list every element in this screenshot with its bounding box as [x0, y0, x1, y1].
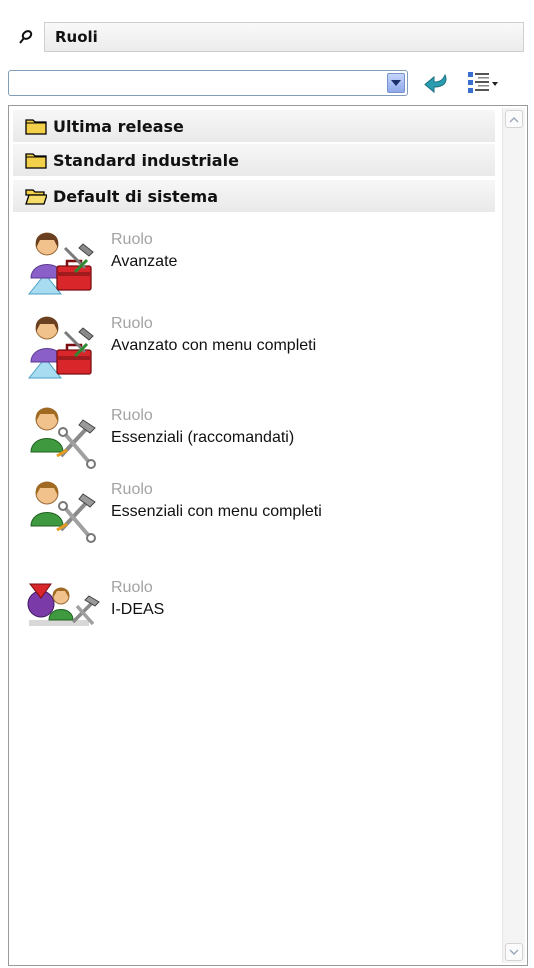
role-name: Avanzate	[111, 253, 178, 270]
role-name: I-DEAS	[111, 601, 165, 618]
panel-header: Ruoli	[8, 22, 524, 52]
list-view-menu-icon[interactable]	[464, 68, 500, 98]
folder-ultima-release[interactable]: Ultima release	[13, 110, 495, 142]
role-name: Essenziali (raccomandati)	[111, 429, 295, 446]
advanced-role-icon	[27, 232, 94, 295]
scroll-up-button[interactable]	[505, 110, 523, 128]
scroll-down-button[interactable]	[505, 943, 523, 961]
essential-role-icon	[30, 407, 96, 469]
panel-toolbar	[8, 67, 528, 99]
role-type-label: Ruolo	[111, 407, 153, 424]
pin-icon[interactable]	[8, 22, 44, 52]
roles-list: Ultima release Standard industriale Defa…	[8, 105, 528, 966]
role-type-label: Ruolo	[111, 315, 153, 332]
panel-title: Ruoli	[44, 22, 524, 52]
role-name: Essenziali con menu completi	[111, 503, 322, 520]
chevron-down-icon	[509, 949, 519, 955]
advanced-role-icon	[27, 316, 94, 379]
chevron-down-icon	[391, 80, 401, 86]
folder-label: Ultima release	[53, 116, 184, 136]
folder-closed-icon	[25, 119, 47, 135]
folder-closed-icon	[25, 153, 47, 169]
folder-label: Default di sistema	[53, 186, 218, 206]
folder-default-di-sistema[interactable]: Default di sistema	[13, 180, 495, 212]
vertical-scrollbar[interactable]	[502, 108, 525, 963]
folder-open-icon	[25, 189, 47, 205]
essential-role-icon	[30, 481, 96, 543]
combo-dropdown-button[interactable]	[387, 73, 405, 93]
search-input[interactable]	[13, 71, 387, 95]
return-arrow-icon[interactable]	[418, 68, 454, 98]
ideas-role-icon	[27, 583, 100, 626]
role-type-label: Ruolo	[111, 481, 153, 498]
folder-standard-industriale[interactable]: Standard industriale	[13, 144, 495, 176]
search-combo[interactable]	[8, 70, 408, 96]
role-name: Avanzato con menu completi	[111, 337, 317, 354]
roles-panel: Ruoli Ultima release Standard industrial…	[8, 0, 528, 966]
folder-label: Standard industriale	[53, 150, 239, 170]
chevron-up-icon	[509, 116, 519, 122]
role-type-label: Ruolo	[111, 231, 153, 248]
role-type-label: Ruolo	[111, 579, 153, 596]
